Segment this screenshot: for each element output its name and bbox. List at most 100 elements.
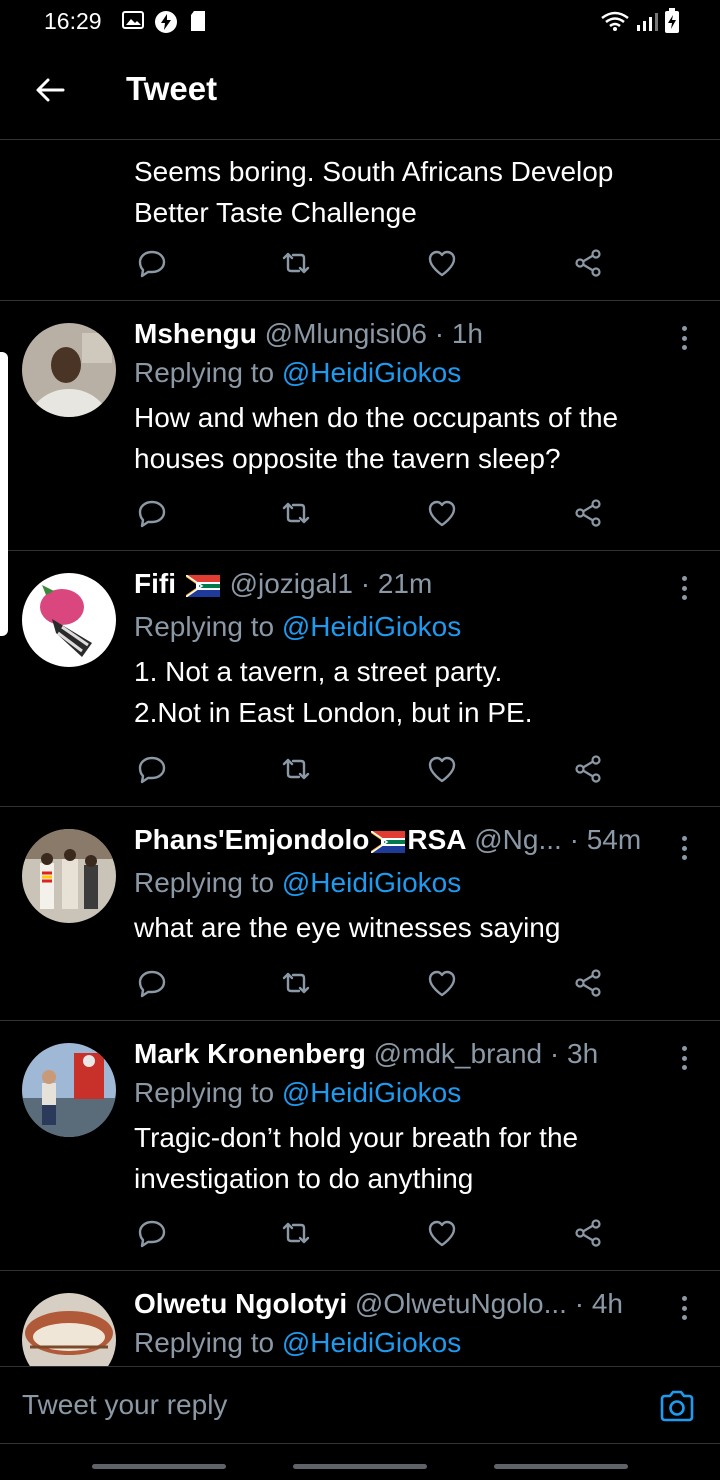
tweet-card[interactable]: Mshengu @Mlungisi06 · 1h Replying to @He… — [0, 301, 720, 551]
reply-icon — [137, 754, 167, 789]
south-africa-flag-icon — [370, 825, 406, 863]
like-button[interactable] — [424, 753, 460, 789]
replying-prefix: Replying to — [134, 357, 275, 388]
image-icon — [122, 10, 144, 35]
timestamp: 1h — [451, 318, 483, 349]
tweet-card[interactable]: Fifi @jozigal1 · 21m Replying to @HeidiG… — [0, 551, 720, 807]
tweet-actions — [134, 1217, 614, 1253]
tweet-header: Mshengu @Mlungisi06 · 1h — [134, 315, 680, 353]
avatar[interactable] — [22, 323, 116, 417]
reply-icon — [137, 968, 167, 1003]
nav-recent-apps[interactable] — [92, 1464, 226, 1469]
reply-composer[interactable]: Tweet your reply — [0, 1366, 720, 1444]
tweet-actions — [134, 753, 614, 789]
sd-card-icon — [190, 10, 206, 37]
share-button[interactable] — [570, 753, 606, 789]
share-button[interactable] — [570, 247, 606, 283]
nav-back[interactable] — [494, 1464, 628, 1469]
tweet-text: Tragic-don’t hold your breath for the in… — [134, 1122, 579, 1194]
display-name-part[interactable]: RSA — [407, 824, 466, 855]
retweet-button[interactable] — [278, 753, 314, 789]
camera-icon[interactable] — [658, 1387, 696, 1425]
like-button[interactable] — [424, 497, 460, 533]
like-button[interactable] — [424, 1217, 460, 1253]
like-button[interactable] — [424, 247, 460, 283]
more-options-button[interactable] — [674, 323, 694, 353]
tweet-card[interactable]: Phans'Emjondolo RSA @Ng... · 54m Replying… — [0, 807, 720, 1021]
username[interactable]: @jozigal1 — [230, 568, 353, 599]
tweet-body: Mshengu @Mlungisi06 · 1h Replying to @He… — [134, 315, 680, 479]
share-icon — [573, 248, 603, 283]
edge-panel-handle[interactable] — [0, 352, 8, 636]
like-icon — [427, 249, 457, 282]
share-button[interactable] — [570, 497, 606, 533]
reply-button[interactable] — [134, 497, 170, 533]
tweet-header: Olwetu Ngolotyi @OlwetuNgolo... · 4h — [134, 1285, 680, 1323]
more-options-button[interactable] — [674, 1043, 694, 1073]
username[interactable]: @mdk_brand — [374, 1038, 543, 1069]
replying-to: Replying to @HeidiGiokos — [134, 863, 680, 903]
timestamp: 3h — [567, 1038, 599, 1069]
wifi-icon — [600, 10, 630, 37]
share-button[interactable] — [570, 967, 606, 1003]
app-header: Tweet — [0, 44, 720, 140]
separator-dot: · — [569, 824, 579, 855]
avatar[interactable] — [22, 573, 116, 667]
tweet-card[interactable]: Seems boring. South Africans Develop Bet… — [0, 141, 720, 301]
tweet-header: Phans'Emjondolo RSA @Ng... · 54m — [134, 821, 680, 863]
display-name[interactable]: Olwetu Ngolotyi — [134, 1288, 347, 1319]
avatar[interactable] — [22, 1043, 116, 1137]
reply-input[interactable]: Tweet your reply — [22, 1389, 227, 1421]
mention-link[interactable]: @HeidiGiokos — [282, 867, 461, 898]
reply-button[interactable] — [134, 247, 170, 283]
retweet-button[interactable] — [278, 247, 314, 283]
retweet-button[interactable] — [278, 497, 314, 533]
reply-feed[interactable]: Seems boring. South Africans Develop Bet… — [0, 141, 720, 1366]
mention-link[interactable]: @HeidiGiokos — [282, 1327, 461, 1358]
reply-button[interactable] — [134, 753, 170, 789]
avatar[interactable] — [22, 1293, 116, 1366]
tweet-text: what are the eye witnesses saying — [134, 912, 561, 943]
more-options-button[interactable] — [674, 573, 694, 603]
back-button[interactable] — [28, 70, 72, 114]
tweet-actions — [134, 497, 614, 533]
reply-icon — [137, 498, 167, 533]
avatar[interactable] — [22, 829, 116, 923]
more-options-button[interactable] — [674, 833, 694, 863]
system-nav-bar — [0, 1444, 720, 1480]
reply-icon — [137, 1218, 167, 1253]
page-title: Tweet — [126, 70, 218, 107]
nav-home[interactable] — [293, 1464, 427, 1469]
mention-link[interactable]: @HeidiGiokos — [282, 1077, 461, 1108]
battery-icon — [664, 8, 680, 39]
tweet-header: Mark Kronenberg @mdk_brand · 3h — [134, 1035, 680, 1073]
username[interactable]: @Ng... — [474, 824, 562, 855]
reply-button[interactable] — [134, 1217, 170, 1253]
display-name-part[interactable]: Phans'Emjondolo — [134, 824, 369, 855]
retweet-button[interactable] — [278, 967, 314, 1003]
retweet-icon — [280, 754, 312, 789]
separator-dot: · — [434, 318, 445, 349]
display-name[interactable]: Fifi — [134, 568, 176, 599]
tweet-card[interactable]: Mark Kronenberg @mdk_brand · 3h Replying… — [0, 1021, 720, 1271]
username[interactable]: @OlwetuNgolo... — [355, 1288, 567, 1319]
replying-prefix: Replying to — [134, 1077, 275, 1108]
username[interactable]: @Mlungisi06 — [265, 318, 427, 349]
mention-link[interactable]: @HeidiGiokos — [282, 611, 461, 642]
separator-dot: · — [549, 1038, 560, 1069]
mention-link[interactable]: @HeidiGiokos — [282, 357, 461, 388]
display-name[interactable]: Mshengu — [134, 318, 257, 349]
separator-dot: · — [574, 1288, 585, 1319]
more-options-button[interactable] — [674, 1293, 694, 1323]
like-icon — [427, 969, 457, 1002]
retweet-icon — [280, 498, 312, 533]
replying-to: Replying to @HeidiGiokos — [134, 1073, 680, 1113]
replying-prefix: Replying to — [134, 867, 275, 898]
like-button[interactable] — [424, 967, 460, 1003]
display-name[interactable]: Mark Kronenberg — [134, 1038, 366, 1069]
share-button[interactable] — [570, 1217, 606, 1253]
replying-to: Replying to @HeidiGiokos — [134, 607, 680, 647]
retweet-button[interactable] — [278, 1217, 314, 1253]
reply-button[interactable] — [134, 967, 170, 1003]
tweet-card[interactable]: Olwetu Ngolotyi @OlwetuNgolo... · 4h Rep… — [0, 1271, 720, 1366]
